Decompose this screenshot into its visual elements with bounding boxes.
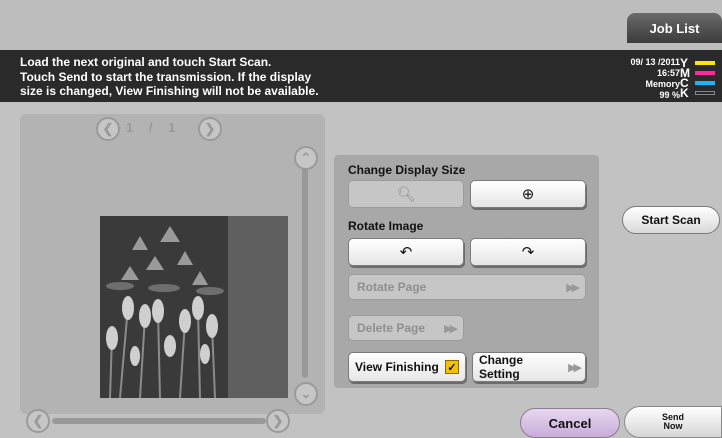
next-page-icon[interactable]: ❯ [198,117,222,141]
rotate-left-button[interactable]: ↶ [348,238,464,266]
delete-page-button[interactable]: Delete Page ▶▶ [348,315,464,341]
toner-c-bar [695,81,715,85]
message-line-2: Touch Send to start the transmission. If… [20,69,312,84]
status-date: 09/ 13 /2011 [630,57,680,67]
rotate-right-button[interactable]: ↷ [470,238,586,266]
view-finishing-button[interactable]: View Finishing ✓ [348,352,466,382]
start-scan-button[interactable]: Start Scan [622,206,720,234]
prev-page-icon[interactable]: ❮ [96,117,120,141]
chevron-right-icon: ▶▶ [568,361,582,374]
status-info: 09/ 13 /2011 16:57 Memory 99 % [630,57,680,101]
scroll-up-icon[interactable]: ⌃ [294,146,318,170]
toner-k-bar [695,91,715,95]
change-setting-button[interactable]: Change Setting ▶▶ [472,352,586,382]
zoom-out-button[interactable]: 🔍︎ [348,180,464,208]
view-finishing-label: View Finishing [355,360,439,374]
vertical-scrollbar[interactable] [302,168,308,378]
zoom-in-button[interactable]: ⊕ [470,180,586,208]
chevron-right-icon: ▶▶ [444,322,458,335]
toner-levels: Y M C K [680,57,720,100]
cancel-button[interactable]: Cancel [520,408,620,438]
page-indicator: 1 / 1 [126,120,182,135]
toner-y-bar [695,61,715,65]
top-bar [0,0,722,50]
toner-k-letter: K [680,86,689,100]
memory-label: Memory [645,79,680,89]
send-now-button[interactable]: Send Now [624,406,722,438]
checkbox-checked-icon: ✓ [445,360,459,374]
horizontal-scrollbar[interactable] [52,418,266,424]
chevron-right-icon: ▶▶ [566,281,580,294]
zoom-in-icon: ⊕ [521,186,535,203]
memory-value: 99 % [659,90,680,100]
job-list-tab[interactable]: Job List [627,13,722,43]
rotate-image-label: Rotate Image [348,219,424,233]
status-time: 16:57 [656,68,680,78]
scroll-left-icon[interactable]: ❮ [26,409,50,433]
toner-k: K [680,86,720,100]
now-label: Now [663,421,683,431]
change-setting-label: Change Setting [479,353,524,381]
toner-m-bar [695,71,715,75]
rotate-right-icon: ↷ [521,244,535,261]
delete-page-label: Delete Page [357,321,426,335]
rotate-page-label: Rotate Page [357,280,427,294]
instruction-message: Load the next original and touch Start S… [20,55,319,99]
change-display-size-label: Change Display Size [348,163,466,177]
scanned-photo-image [100,216,228,398]
message-line-1: Load the next original and touch Start S… [20,55,272,69]
zoom-out-icon: 🔍︎ [396,186,416,203]
scroll-down-icon[interactable]: ⌄ [294,382,318,406]
message-line-3: size is changed, View Finishing will not… [20,84,319,98]
rotate-left-icon: ↶ [399,244,413,261]
scroll-right-icon[interactable]: ❯ [266,409,290,433]
rotate-page-button[interactable]: Rotate Page ▶▶ [348,274,586,300]
